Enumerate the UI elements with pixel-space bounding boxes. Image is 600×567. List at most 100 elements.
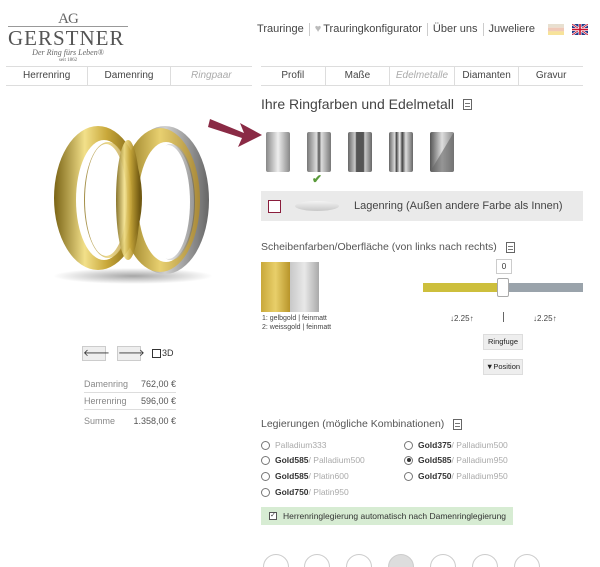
profile-option-1[interactable] — [266, 132, 290, 172]
nav-ueber-uns[interactable]: Über uns — [428, 23, 484, 36]
position-button[interactable]: ▼Position — [483, 359, 523, 375]
threed-toggle[interactable]: 3D — [152, 348, 174, 358]
metals-title-text: Ihre Ringfarben und Edelmetall — [261, 96, 455, 112]
alloy-option[interactable]: Gold585 / Platin600 — [261, 471, 349, 481]
auto-alloy-option[interactable]: ✓ Herrenringlegierung automatisch nach D… — [261, 507, 513, 525]
rotate-left-button[interactable]: 🡐 — [82, 346, 110, 361]
bottom-option-4[interactable] — [388, 554, 414, 567]
slider-value-display: 0 — [496, 259, 512, 274]
alloy-option[interactable]: Gold750 / Palladium950 — [404, 471, 508, 481]
price-value: 762,00 € — [140, 379, 176, 389]
bottom-option-6[interactable] — [472, 554, 498, 567]
slider-white-segment — [509, 283, 583, 292]
lagenring-option[interactable]: Lagenring (Außen andere Farbe als Innen) — [261, 191, 583, 221]
bottom-option-3[interactable] — [346, 554, 372, 567]
document-icon[interactable] — [505, 241, 515, 253]
tab-gravur[interactable]: Gravur — [519, 67, 583, 85]
alloy-radio[interactable] — [261, 471, 270, 481]
alloy-main: Gold585 — [418, 455, 452, 465]
bottom-option-7[interactable] — [514, 554, 540, 567]
ringfuge-button[interactable]: Ringfuge — [483, 334, 523, 350]
disc-colors-title-text: Scheibenfarben/Oberfläche (von links nac… — [261, 241, 497, 253]
auto-alloy-label: Herrenringlegierung automatisch nach Dam… — [283, 511, 507, 521]
legend-line-1: 1: gelbgold | feinmatt — [262, 315, 327, 322]
color-split-slider[interactable] — [423, 278, 583, 297]
alloys-title: Legierungen (mögliche Kombinationen) — [261, 418, 463, 430]
price-label: Damenring — [84, 379, 129, 389]
price-value: 1.358,00 € — [133, 416, 176, 426]
metal-swatch-preview — [261, 262, 319, 312]
config-tabs: Profil Maße Edelmetalle Diamanten Gravur — [261, 66, 583, 86]
tab-diamanten[interactable]: Diamanten — [455, 67, 520, 85]
slider-handle[interactable] — [497, 278, 509, 297]
alloy-option[interactable]: Gold750 / Platin950 — [261, 487, 349, 497]
tab-herrenring[interactable]: Herrenring — [6, 67, 89, 85]
disc-colors-title: Scheibenfarben/Oberfläche (von links nac… — [261, 241, 515, 253]
alloy-secondary: / Platin950 — [308, 487, 349, 497]
threed-checkbox[interactable] — [152, 348, 161, 358]
alloy-main: Gold750 — [275, 487, 309, 497]
lagenring-label: Lagenring (Außen andere Farbe als Innen) — [354, 200, 563, 212]
alloy-option-selected[interactable]: Gold585 / Palladium950 — [404, 455, 508, 465]
document-icon[interactable] — [463, 98, 473, 110]
alloy-secondary: / Platin600 — [308, 471, 349, 481]
gerstner-logo[interactable]: AG GERSTNER Der Ring fürs Leben® seit 18… — [8, 12, 128, 64]
price-value: 596,00 € — [140, 396, 176, 406]
profile-option-3[interactable] — [348, 132, 372, 172]
price-row-summe: Summe 1.358,00 € — [84, 414, 176, 429]
alloy-option[interactable]: Palladium333 — [261, 440, 327, 450]
alloy-secondary: / Palladium950 — [451, 471, 508, 481]
alloy-radio[interactable] — [404, 440, 413, 450]
price-label: Herrenring — [84, 396, 127, 406]
selected-check-icon: ✔ — [312, 172, 323, 186]
alloy-radio[interactable] — [261, 487, 270, 497]
legend-line-2: 2: weissgold | feinmatt — [262, 324, 332, 331]
rotate-right-button[interactable]: 🡒 — [117, 346, 145, 361]
nav-juweliere[interactable]: Juweliere — [484, 23, 540, 36]
arrow-right-icon: 🡒 — [117, 346, 145, 361]
ring-pair-image[interactable] — [48, 120, 218, 290]
tab-masse[interactable]: Maße — [326, 67, 391, 85]
price-row-herrenring: Herrenring 596,00 € — [84, 394, 176, 410]
auto-alloy-checkbox[interactable]: ✓ — [269, 512, 277, 520]
profile-option-5[interactable] — [430, 132, 454, 172]
tab-edelmetalle[interactable]: Edelmetalle — [390, 67, 455, 85]
bottom-option-1[interactable] — [263, 554, 289, 567]
left-width-value[interactable]: ↓2.25↑ — [450, 314, 474, 323]
nav-trauringkonfigurator[interactable]: ♥ Trauringkonfigurator — [310, 23, 428, 36]
alloy-radio[interactable] — [261, 440, 270, 450]
alloys-title-text: Legierungen (mögliche Kombinationen) — [261, 418, 445, 430]
tab-ringpaar[interactable]: Ringpaar — [171, 67, 252, 85]
bottom-option-5[interactable] — [430, 554, 456, 567]
alloy-secondary: Palladium333 — [275, 440, 327, 450]
top-navigation: Trauringe ♥ Trauringkonfigurator Über uns… — [257, 23, 588, 36]
lagenring-checkbox[interactable] — [268, 199, 281, 213]
price-label: Summe — [84, 416, 116, 426]
pointer-arrow-icon — [208, 119, 262, 147]
lagenring-profile-image — [295, 201, 339, 211]
uk-flag-icon[interactable] — [572, 24, 588, 35]
tab-damenring[interactable]: Damenring — [88, 67, 171, 85]
tab-profil[interactable]: Profil — [261, 67, 326, 85]
profile-option-4[interactable] — [389, 132, 413, 172]
nav-trauringe[interactable]: Trauringe — [257, 23, 310, 36]
alloy-radio[interactable] — [404, 455, 413, 465]
profile-option-2[interactable] — [307, 132, 331, 172]
alloy-main: Gold750 — [418, 471, 452, 481]
document-icon[interactable] — [453, 418, 463, 430]
alloy-option[interactable]: Gold585 / Palladium500 — [261, 455, 365, 465]
alloy-option[interactable]: Gold375 / Palladium500 — [404, 440, 508, 450]
alloy-main: Gold585 — [275, 455, 309, 465]
alloy-radio[interactable] — [404, 471, 413, 481]
bottom-option-2[interactable] — [304, 554, 330, 567]
metals-title: Ihre Ringfarben und Edelmetall — [261, 96, 473, 112]
alloy-radio[interactable] — [261, 455, 270, 465]
heart-icon: ♥ — [314, 23, 322, 35]
logo-since: seit 1862 — [58, 58, 78, 63]
logo-monogram: AG — [58, 11, 79, 27]
german-flag-icon[interactable] — [548, 24, 564, 35]
slider-gold-segment — [423, 283, 499, 292]
threed-label: 3D — [162, 348, 174, 358]
nav-trauringkonfigurator-label: Trauringkonfigurator — [323, 23, 422, 35]
right-width-value[interactable]: ↓2.25↑ — [533, 314, 557, 323]
